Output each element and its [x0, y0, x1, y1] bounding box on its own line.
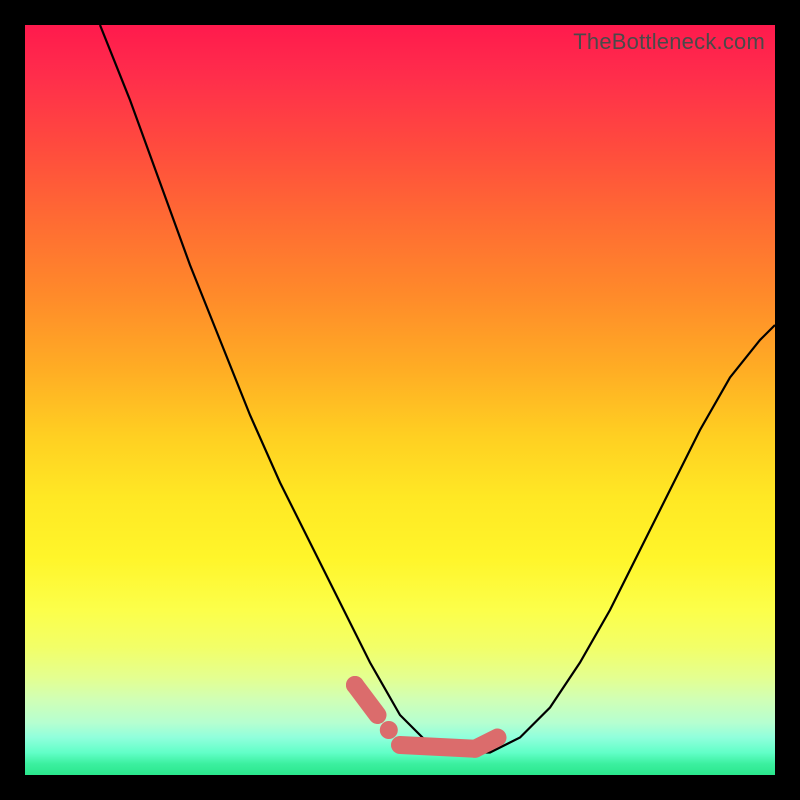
bottleneck-curve: [100, 25, 775, 753]
chart-frame: TheBottleneck.com: [0, 0, 800, 800]
curve-layer: [25, 25, 775, 775]
plot-area: TheBottleneck.com: [25, 25, 775, 775]
optimal-range-marker: [346, 676, 498, 749]
